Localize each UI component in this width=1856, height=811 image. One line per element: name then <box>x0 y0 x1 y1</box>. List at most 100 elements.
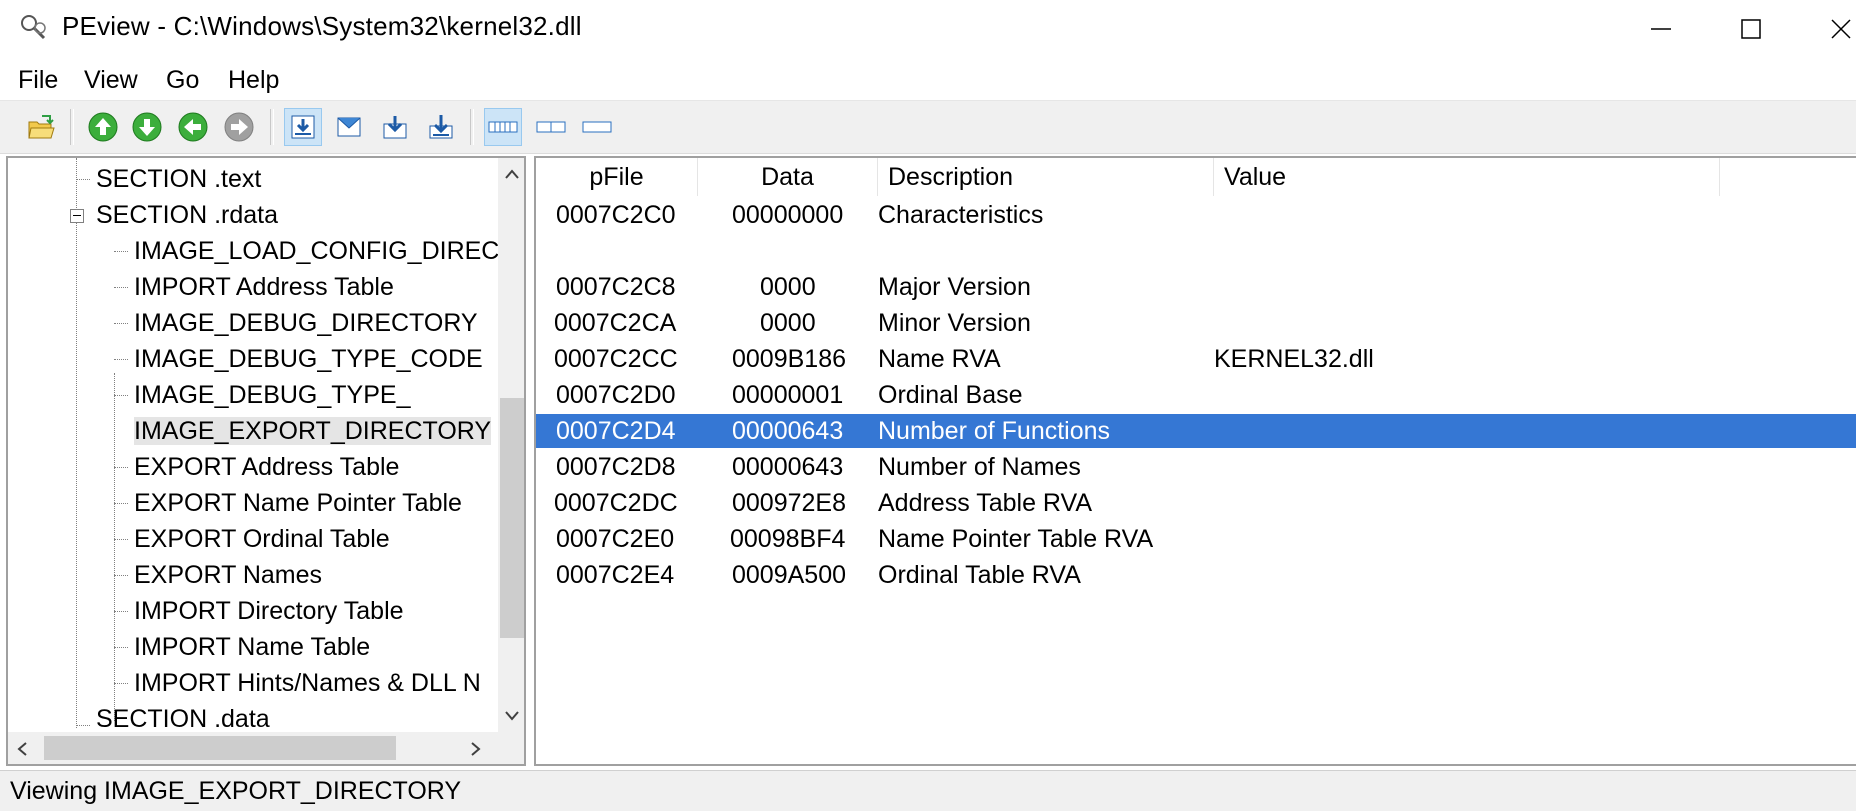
minimize-icon <box>1651 28 1671 30</box>
magnifier-icon <box>21 15 46 40</box>
tree-item[interactable]: IMAGE_DEBUG_TYPE_CODE <box>134 342 483 376</box>
tree-connector <box>114 395 128 396</box>
tree-item[interactable]: IMAGE_LOAD_CONFIG_DIREC <box>134 234 499 268</box>
scroll-up-icon[interactable] <box>504 168 520 180</box>
cell-description: Major Version <box>878 273 1031 301</box>
horizontal-scrollbar[interactable] <box>8 732 498 764</box>
vertical-scrollbar[interactable] <box>498 158 524 732</box>
tree-connector <box>114 359 128 360</box>
column-header-pfile[interactable]: pFile <box>536 158 698 196</box>
view-down-button[interactable] <box>376 108 414 146</box>
tree-item-export-directory[interactable]: IMAGE_EXPORT_DIRECTORY <box>134 414 492 448</box>
tree-item-section-rdata[interactable]: SECTION .rdata <box>96 198 278 232</box>
minimize-button[interactable] <box>1616 0 1706 58</box>
tree-item[interactable]: IMAGE_DEBUG_TYPE_ <box>134 378 410 412</box>
cell-pfile: 0007C2D8 <box>556 453 676 481</box>
tree-item[interactable]: IMAGE_DEBUG_DIRECTORY <box>134 306 478 340</box>
maximize-button[interactable] <box>1706 0 1796 58</box>
forward-button[interactable] <box>220 108 258 146</box>
cell-data: 00000001 <box>732 381 844 409</box>
cell-description: Name Pointer Table RVA <box>878 525 1154 553</box>
scroll-down-icon[interactable] <box>504 710 520 722</box>
tree-item[interactable]: EXPORT Names <box>134 558 322 592</box>
up-button[interactable] <box>84 108 122 146</box>
tree-item[interactable]: EXPORT Ordinal Table <box>134 522 390 556</box>
tree-connector <box>114 323 128 324</box>
cell-data: 000972E8 <box>732 489 847 517</box>
tree-item[interactable]: IMPORT Address Table <box>134 270 394 304</box>
toolbar-separator <box>70 109 74 145</box>
status-bar: Viewing IMAGE_EXPORT_DIRECTORY <box>0 770 1856 811</box>
scroll-left-icon[interactable] <box>16 741 28 757</box>
table-row-selected[interactable]: 0007C2D4 00000643 Number of Functions <box>536 414 1856 448</box>
cell-data: 00000643 <box>732 417 844 445</box>
table-row[interactable]: 0007C2CA 0000 Minor Version <box>536 306 1856 340</box>
tree-item-section-data[interactable]: SECTION .data <box>96 702 270 736</box>
tree-connector <box>114 251 128 252</box>
table-row[interactable]: 0007C2C0 00000000 Characteristics <box>536 198 1856 232</box>
column-header-description[interactable]: Description <box>878 158 1214 196</box>
tree-pane[interactable]: SECTION .text SECTION .rdata IMAGE_LOAD_… <box>6 156 526 766</box>
cell-data: 0000 <box>760 273 816 301</box>
table-row[interactable]: 0007C2C8 0000 Major Version <box>536 270 1856 304</box>
word-view-button[interactable] <box>532 108 570 146</box>
back-button[interactable] <box>174 108 212 146</box>
dword-view-button[interactable] <box>578 108 616 146</box>
tree-item-section-text[interactable]: SECTION .text <box>96 162 261 196</box>
vertical-scroll-thumb[interactable] <box>500 398 524 638</box>
status-text: Viewing IMAGE_EXPORT_DIRECTORY <box>10 777 462 805</box>
down-button[interactable] <box>128 108 166 146</box>
view-bottom-button[interactable] <box>422 108 460 146</box>
detail-table[interactable]: pFile Data Description Value 0007C2C0 00… <box>534 156 1856 766</box>
view-header-button[interactable] <box>330 108 368 146</box>
cell-pfile: 0007C2CC <box>554 345 678 373</box>
view-section-button[interactable] <box>284 108 322 146</box>
toolbar-separator <box>270 109 274 145</box>
tree-item[interactable]: EXPORT Address Table <box>134 450 399 484</box>
table-row[interactable]: 0007C2E0 00098BF4 Name Pointer Table RVA <box>536 522 1856 556</box>
close-button[interactable] <box>1796 0 1856 58</box>
menu-view[interactable]: View <box>84 66 138 95</box>
open-file-button[interactable] <box>22 108 60 146</box>
view-down-icon <box>383 116 407 139</box>
tree-connector <box>114 575 128 576</box>
table-row[interactable]: 0007C2DC 000972E8 Address Table RVA <box>536 486 1856 520</box>
collapse-toggle[interactable] <box>70 209 84 223</box>
tree-item[interactable]: IMPORT Name Table <box>134 630 370 664</box>
cell-value: KERNEL32.dll <box>1214 345 1374 373</box>
cell-pfile: 0007C2CA <box>554 309 677 337</box>
tree-connector <box>114 373 115 721</box>
tree-item[interactable]: IMPORT Directory Table <box>134 594 404 628</box>
menu-bar: File View Go Help <box>0 58 1856 101</box>
cell-pfile: 0007C2C8 <box>556 273 676 301</box>
tree-connector <box>76 158 77 728</box>
cell-data: 00000000 <box>732 201 844 229</box>
table-row[interactable]: 0007C2E4 0009A500 Ordinal Table RVA <box>536 558 1856 592</box>
column-header-value[interactable]: Value <box>1214 158 1720 196</box>
table-row[interactable]: 0007C2CC 0009B186 Name RVA KERNEL32.dll <box>536 342 1856 376</box>
menu-go[interactable]: Go <box>166 66 199 95</box>
dword-view-icon <box>582 121 612 133</box>
tree-item[interactable]: EXPORT Name Pointer Table <box>134 486 462 520</box>
cell-description: Minor Version <box>878 309 1031 337</box>
horizontal-scroll-thumb[interactable] <box>44 736 396 760</box>
byte-view-button[interactable] <box>484 108 522 146</box>
menu-file[interactable]: File <box>18 66 58 95</box>
back-arrow-icon <box>178 112 208 142</box>
maximize-icon <box>1741 19 1761 39</box>
cell-pfile: 0007C2D4 <box>556 417 676 445</box>
view-bottom-icon <box>429 115 453 139</box>
cell-data: 00000643 <box>732 453 844 481</box>
cell-pfile: 0007C2C0 <box>556 201 676 229</box>
cell-description: Ordinal Base <box>878 381 1023 409</box>
table-row[interactable] <box>536 234 1856 268</box>
cell-description: Number of Names <box>878 453 1081 481</box>
window-title: PEview - C:\Windows\System32\kernel32.dl… <box>62 11 582 41</box>
column-header-data[interactable]: Data <box>698 158 878 196</box>
scroll-right-icon[interactable] <box>470 741 482 757</box>
table-row[interactable]: 0007C2D8 00000643 Number of Names <box>536 450 1856 484</box>
table-row[interactable]: 0007C2D0 00000001 Ordinal Base <box>536 378 1856 412</box>
menu-help[interactable]: Help <box>228 66 279 95</box>
tree-item[interactable]: IMPORT Hints/Names & DLL N <box>134 666 481 700</box>
tree-connector <box>114 611 128 612</box>
